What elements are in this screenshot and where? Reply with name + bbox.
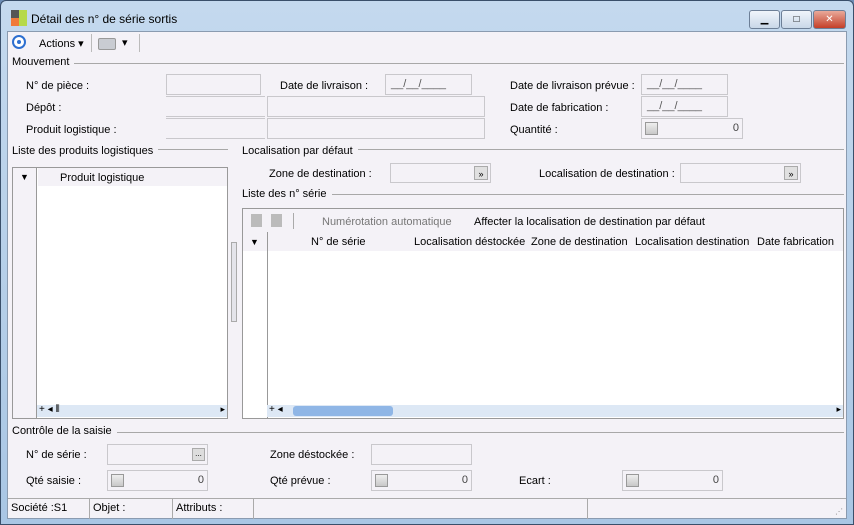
qte-prevue-value: 0 [461, 474, 468, 486]
controle-group-title: Contrôle de la saisie [12, 425, 117, 437]
series-grid[interactable]: Numérotation automatique Affecter la loc… [242, 208, 844, 419]
status-bar: Société :S1 Objet : Attributs : ⋰ [8, 498, 846, 519]
status-societe: Société :S1 [8, 499, 90, 519]
depot-label: Dépôt : [26, 102, 62, 114]
window: Détail des n° de série sortis ▁ □ ✕ Acti… [0, 0, 854, 525]
scroll-thumb[interactable] [293, 406, 393, 416]
qte-prevue-spinner[interactable]: 0 [371, 470, 472, 491]
minimize-button[interactable]: ▁ [749, 10, 780, 29]
print-dropdown[interactable]: ▾ [122, 36, 128, 49]
date-fabrication-label: Date de fabrication : [510, 102, 609, 114]
zone-destockee-input[interactable] [371, 444, 472, 465]
num-serie-label: N° de série : [26, 449, 87, 461]
status-objet: Objet : [90, 499, 173, 519]
num-serie-input[interactable]: ... [107, 444, 208, 465]
ecart-spinner[interactable]: 0 [622, 470, 723, 491]
localisation-destination-label: Localisation de destination : [539, 168, 675, 180]
localisation-group-title: Localisation par défaut [242, 145, 358, 157]
produits-group-title: Liste des produits logistiques [12, 145, 159, 157]
produits-grid[interactable]: ▼ Produit logistique + ◂ ⦀ ▸ [12, 167, 228, 419]
date-livraison-prevue-input[interactable]: __/__/____ [641, 74, 728, 95]
produit-name-input[interactable] [267, 118, 485, 139]
print-icon[interactable] [98, 38, 116, 50]
quantite-value: 0 [732, 122, 739, 134]
column-date-fabrication[interactable]: Date fabrication [757, 236, 834, 248]
auto-numbering-button[interactable]: Numérotation automatique [322, 216, 452, 228]
horizontal-scrollbar[interactable]: + ◂ ⦀ ▸ [37, 404, 227, 417]
qte-saisie-spinner[interactable]: 0 [107, 470, 208, 491]
mouvement-group-title: Mouvement [12, 56, 75, 68]
window-title: Détail des n° de série sortis [31, 12, 178, 26]
assign-default-location-button[interactable]: Affecter la localisation de destination … [474, 216, 705, 228]
num-piece-input[interactable] [166, 74, 261, 95]
date-fabrication-input[interactable]: __/__/____ [641, 96, 728, 117]
resize-grip-icon[interactable]: ⋰ [835, 507, 843, 516]
ecart-value: 0 [712, 474, 719, 486]
produit-logistique-label: Produit logistique : [26, 124, 117, 136]
close-button[interactable]: ✕ [813, 10, 846, 29]
series-group-title: Liste des n° série [242, 188, 332, 200]
qte-saisie-value: 0 [197, 474, 204, 486]
column-localisation-destination[interactable]: Localisation destination [635, 236, 749, 248]
depot-code-input[interactable] [166, 96, 265, 117]
status-panel [254, 499, 588, 519]
quantite-spinner[interactable]: 0 [641, 118, 743, 139]
actions-menu[interactable]: Actions ▾ [39, 37, 84, 50]
zone-destination-select[interactable]: » [390, 163, 491, 183]
target-icon[interactable] [12, 35, 26, 49]
status-attributs: Attributs : [173, 499, 254, 519]
quantite-label: Quantité : [510, 124, 558, 136]
row-selector-arrow[interactable]: ▼ [250, 237, 259, 247]
depot-name-input[interactable] [267, 96, 485, 117]
delete-document-icon[interactable] [271, 214, 282, 227]
ecart-label: Ecart : [519, 475, 551, 487]
date-livraison-prevue-label: Date de livraison prévue : [510, 80, 635, 92]
toolbar-separator [91, 34, 92, 52]
date-livraison-label: Date de livraison : [280, 80, 369, 92]
produit-code-input[interactable] [166, 118, 265, 139]
actions-label: Actions [39, 38, 76, 50]
localisation-destination-select[interactable]: » [680, 163, 801, 183]
new-document-icon[interactable] [251, 214, 262, 227]
chevron-down-icon: » [784, 166, 798, 180]
row-selector-arrow[interactable]: ▼ [20, 172, 29, 182]
column-num-serie[interactable]: N° de série [311, 236, 366, 248]
chevron-down-icon: » [474, 166, 488, 180]
column-localisation-destockee[interactable]: Localisation déstockée [414, 236, 525, 248]
qte-prevue-label: Qté prévue : [270, 475, 331, 487]
zone-destockee-label: Zone déstockée : [270, 449, 355, 461]
num-piece-label: N° de pièce : [26, 80, 90, 92]
maximize-button[interactable]: □ [781, 10, 812, 29]
column-zone-destination[interactable]: Zone de destination [531, 236, 628, 248]
client-area: Actions ▾ ▾ Mouvement N° de pièce : Date… [7, 31, 847, 519]
splitter-handle[interactable] [231, 242, 237, 322]
horizontal-scrollbar[interactable]: + ◂ ▸ [267, 404, 843, 417]
zone-destination-label: Zone de destination : [269, 168, 372, 180]
column-produit-logistique[interactable]: Produit logistique [60, 172, 144, 184]
toolbar-separator [139, 34, 140, 52]
browse-button[interactable]: ... [192, 448, 205, 461]
app-icon [11, 10, 27, 26]
date-livraison-input[interactable]: __/__/____ [385, 74, 472, 95]
qte-saisie-label: Qté saisie : [26, 475, 82, 487]
